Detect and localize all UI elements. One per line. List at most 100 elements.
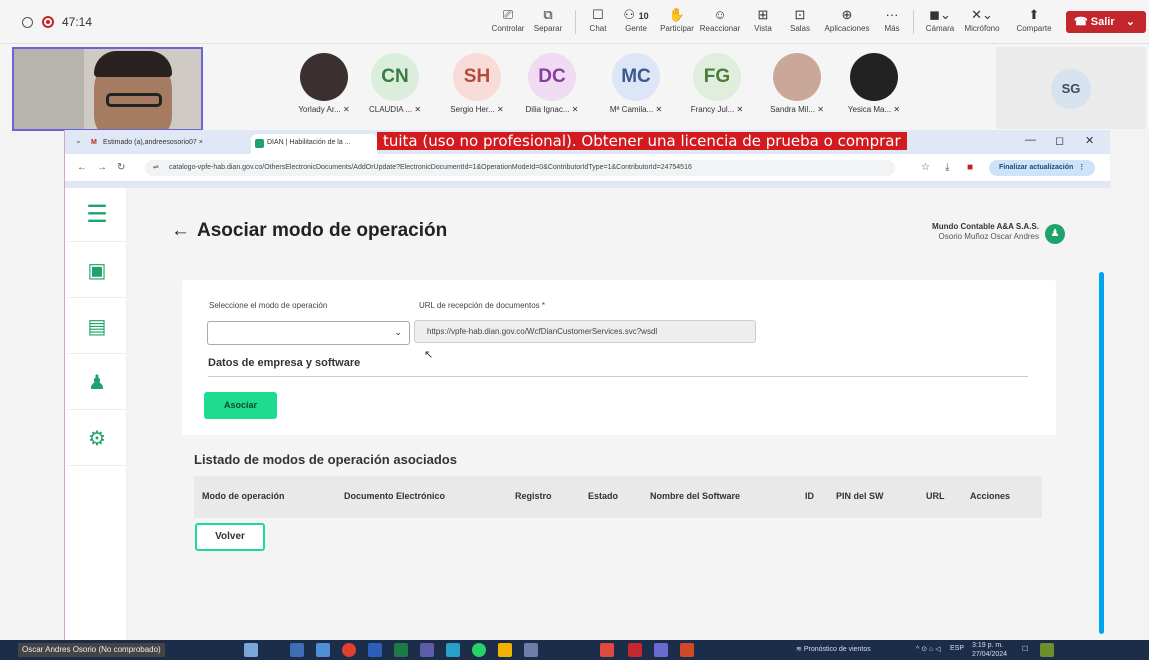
participant-tile[interactable]: Sandra Mil... ✕ — [770, 53, 824, 114]
shared-screen: ⌄ M Estimado (a),andreesosorio07 × DIAN |… — [64, 130, 1110, 640]
control-icon: ⎚ — [502, 7, 514, 22]
maximize-icon[interactable]: ◻ — [1055, 134, 1064, 147]
notifications-icon[interactable]: ☐ — [1022, 645, 1028, 653]
hamburger-menu-icon[interactable]: ☰ — [67, 188, 127, 242]
edge-icon[interactable] — [446, 643, 460, 657]
clock[interactable]: 3:19 p. m. 27/04/2024 — [972, 641, 1007, 659]
mic-muted-icon: ✕ — [571, 105, 579, 114]
word-icon[interactable] — [368, 643, 382, 657]
mic-muted-icon: ✕ — [736, 105, 744, 114]
user-avatar-icon[interactable]: ♟ — [1045, 224, 1065, 244]
excel-icon[interactable] — [394, 643, 408, 657]
chevron-down-icon: ⌄ — [1125, 16, 1135, 28]
operation-mode-select[interactable]: ⌄ — [207, 321, 410, 345]
scrollbar[interactable] — [1099, 272, 1104, 634]
main-content: ← Asociar modo de operación Mundo Contab… — [127, 188, 1110, 640]
react-button[interactable]: ☺ Reaccionar — [698, 6, 742, 33]
dashboard-icon[interactable]: ▣ — [67, 244, 127, 298]
self-video[interactable] — [12, 47, 203, 131]
avatar: MC — [612, 53, 660, 101]
participant-tile[interactable]: FG Francy Jul... ✕ — [690, 53, 744, 114]
control-button[interactable]: ⎚ Controlar — [488, 6, 528, 33]
view-button[interactable]: ⊞ Vista — [750, 6, 776, 33]
weather-widget[interactable]: ≋ Pronóstico de vientos — [796, 645, 871, 653]
back-button[interactable]: Volver — [195, 523, 265, 551]
participant-tile[interactable]: MC Mª Camila... ✕ — [609, 53, 663, 114]
avatar: SG — [1051, 69, 1091, 109]
app-icon[interactable] — [654, 643, 668, 657]
screen-recorder-icon[interactable] — [600, 643, 614, 657]
tray-icons[interactable]: ^ ⊙ ⌂ ◁ — [916, 645, 941, 653]
associate-button[interactable]: Asociar — [204, 392, 277, 419]
camera-off-icon: ◼⌄ — [929, 7, 951, 22]
avatar: DC — [528, 53, 576, 101]
finish-update-button[interactable]: Finalizar actualización ⋮ — [989, 160, 1095, 176]
shark-icon[interactable] — [244, 643, 258, 657]
participant-tile[interactable]: Yorlady Ar... ✕ — [297, 53, 351, 114]
gmail-icon: M — [91, 139, 97, 146]
more-button[interactable]: ··· Más — [880, 6, 904, 33]
column-header: ID — [805, 491, 814, 501]
url-input[interactable]: ⇌ catalogo-vpfe-hab.dian.gov.co/OthersEle… — [145, 160, 895, 176]
tab-dian[interactable]: DIAN | Habilitación de la ... — [251, 134, 377, 154]
tab-list-icon[interactable]: ⌄ — [75, 136, 82, 145]
settings-gear-icon[interactable]: ⚙ — [67, 412, 127, 466]
more-icon: ··· — [885, 7, 899, 22]
app-icon[interactable] — [1040, 643, 1054, 657]
pdf-icon[interactable] — [628, 643, 642, 657]
browser-tabbar: ⌄ M Estimado (a),andreesosorio07 × DIAN |… — [65, 130, 1110, 154]
whatsapp-icon[interactable] — [472, 643, 486, 657]
participant-tile[interactable]: CN CLAUDIA ... ✕ — [368, 53, 422, 114]
apps-button[interactable]: ⊕ Aplicaciones — [820, 6, 874, 33]
chat-button[interactable]: ☐ Chat — [584, 6, 612, 33]
tab-gmail[interactable]: M Estimado (a),andreesosorio07 × — [87, 134, 247, 154]
participant-tile[interactable]: SG — [996, 47, 1146, 129]
file-explorer-icon[interactable] — [316, 643, 330, 657]
bookmark-star-icon[interactable]: ☆ — [921, 162, 930, 173]
reload-icon[interactable]: ↻ — [117, 162, 125, 173]
folder-icon[interactable] — [498, 643, 512, 657]
camera-button[interactable]: ◼⌄ Cámara — [922, 6, 958, 33]
column-header: Nombre del Software — [650, 491, 741, 501]
extension-icon[interactable]: ■ — [967, 162, 973, 173]
language-indicator[interactable]: ESP — [950, 645, 964, 652]
raise-hand-button[interactable]: ✋ Participar — [656, 6, 698, 33]
rooms-button[interactable]: ⊡ Salas — [786, 6, 814, 33]
download-icon[interactable]: ⤓ — [945, 162, 949, 173]
section-title: Datos de empresa y software — [208, 357, 361, 369]
minimize-icon[interactable]: — — [1025, 134, 1036, 146]
back-arrow-icon[interactable]: ← — [171, 220, 190, 242]
watermark-banner: tuita (uso no profesional). Obtener una … — [377, 132, 907, 150]
task-view-icon[interactable] — [290, 643, 304, 657]
mic-off-icon: ✕⌄ — [971, 7, 993, 22]
microphone-button[interactable]: ✕⌄ Micrófono — [960, 6, 1004, 33]
people-button[interactable]: ⚇ 10 Gente — [618, 6, 654, 33]
meeting-timer: 47:14 — [62, 15, 93, 29]
people-icon: ⚇ 10 — [623, 7, 649, 22]
popout-button[interactable]: ⧉ Separar — [530, 6, 566, 33]
windows-taskbar: Oscar Andres Osorio (No comprobado) ≋ Pr… — [0, 640, 1149, 660]
chrome-icon[interactable] — [342, 643, 356, 657]
reception-url-field[interactable]: https://vpfe-hab.dian.gov.co/WcfDianCust… — [414, 320, 756, 343]
users-icon[interactable]: ♟ — [67, 356, 127, 410]
user-info: Mundo Contable A&A S.A.S. Osorio Muñoz O… — [915, 222, 1039, 241]
column-header: URL — [926, 491, 945, 501]
forward-icon[interactable]: → — [97, 162, 107, 173]
documents-icon[interactable]: ▤ — [67, 300, 127, 354]
app-icon[interactable] — [524, 643, 538, 657]
list-title: Listado de modos de operación asociados — [194, 452, 457, 467]
back-icon[interactable]: ← — [77, 162, 87, 173]
leave-button[interactable]: ☎ Salir ⌄ — [1066, 11, 1146, 33]
avatar: SH — [453, 53, 501, 101]
chat-icon: ☐ — [592, 7, 604, 22]
participant-tile[interactable]: DC Dilia Ignac... ✕ — [525, 53, 579, 114]
participant-tile[interactable]: SH Sergio Her... ✕ — [450, 53, 504, 114]
app-icon[interactable] — [420, 643, 434, 657]
react-icon: ☺ — [713, 7, 727, 22]
share-button[interactable]: ⬆ Comparte — [1012, 6, 1056, 33]
participant-tile[interactable]: Yesica Ma... ✕ — [847, 53, 901, 114]
powerpoint-icon[interactable] — [680, 643, 694, 657]
avatar — [300, 53, 348, 101]
close-icon[interactable]: ✕ — [1085, 134, 1094, 147]
view-icon: ⊞ — [757, 7, 769, 22]
